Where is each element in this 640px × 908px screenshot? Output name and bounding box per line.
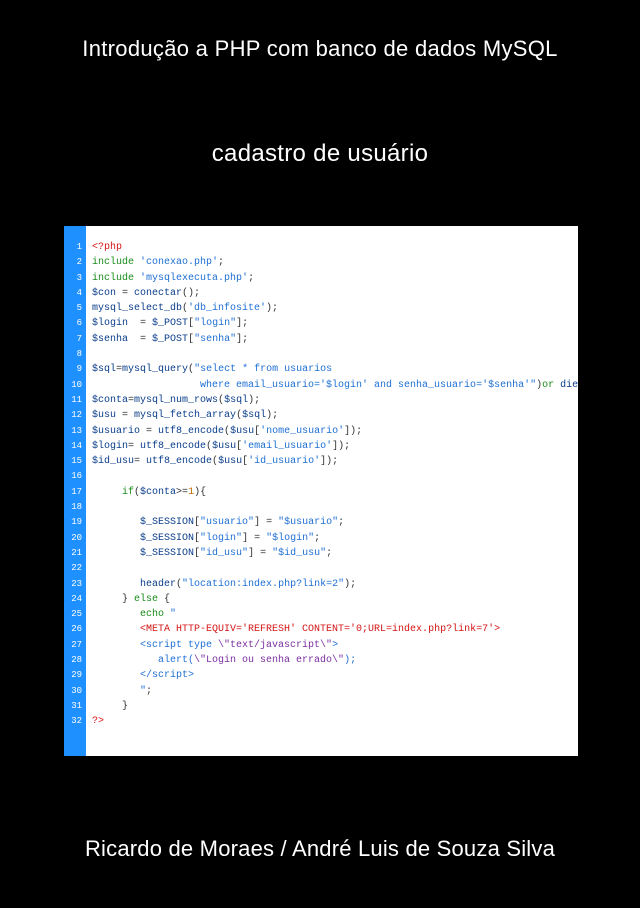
code-line bbox=[92, 500, 578, 515]
line-number: 27 bbox=[64, 638, 82, 653]
code-line bbox=[92, 347, 578, 362]
code-line: $id_usu= utf8_encode($usu['id_usuario'])… bbox=[92, 454, 578, 469]
code-line: $_SESSION["id_usu"] = "$id_usu"; bbox=[92, 546, 578, 561]
code-line: <META HTTP-EQUIV='REFRESH' CONTENT='0;UR… bbox=[92, 622, 578, 637]
code-line: echo " bbox=[92, 607, 578, 622]
line-number: 24 bbox=[64, 592, 82, 607]
code-line: <?php bbox=[92, 240, 578, 255]
code-line: <script type \"text/javascript\"> bbox=[92, 638, 578, 653]
line-number: 15 bbox=[64, 454, 82, 469]
line-number: 17 bbox=[64, 485, 82, 500]
page-title: Introdução a PHP com banco de dados MySQ… bbox=[0, 36, 640, 62]
line-number: 1 bbox=[64, 240, 82, 255]
code-line bbox=[92, 561, 578, 576]
line-number: 29 bbox=[64, 668, 82, 683]
code-line: } else { bbox=[92, 592, 578, 607]
code-content: <?phpinclude 'conexao.php';include 'mysq… bbox=[86, 226, 578, 756]
line-number: 5 bbox=[64, 301, 82, 316]
line-number: 7 bbox=[64, 332, 82, 347]
code-line: $sql=mysql_query("select * from usuarios bbox=[92, 362, 578, 377]
code-line: $_SESSION["usuario"] = "$usuario"; bbox=[92, 515, 578, 530]
line-number: 30 bbox=[64, 684, 82, 699]
line-number: 21 bbox=[64, 546, 82, 561]
line-number: 6 bbox=[64, 316, 82, 331]
code-line: </script> bbox=[92, 668, 578, 683]
code-line: mysql_select_db('db_infosite'); bbox=[92, 301, 578, 316]
code-line: $usuario = utf8_encode($usu['nome_usuari… bbox=[92, 424, 578, 439]
code-line: $usu = mysql_fetch_array($sql); bbox=[92, 408, 578, 423]
line-number: 2 bbox=[64, 255, 82, 270]
line-number: 11 bbox=[64, 393, 82, 408]
code-line: include 'conexao.php'; bbox=[92, 255, 578, 270]
line-number: 22 bbox=[64, 561, 82, 576]
code-editor: 1234567891011121314151617181920212223242… bbox=[64, 226, 578, 756]
line-number: 16 bbox=[64, 469, 82, 484]
line-number: 25 bbox=[64, 607, 82, 622]
code-line: include 'mysqlexecuta.php'; bbox=[92, 271, 578, 286]
line-number: 28 bbox=[64, 653, 82, 668]
code-line: $_SESSION["login"] = "$login"; bbox=[92, 531, 578, 546]
code-line: if($conta>=1){ bbox=[92, 485, 578, 500]
line-number: 20 bbox=[64, 531, 82, 546]
line-number: 9 bbox=[64, 362, 82, 377]
line-number: 19 bbox=[64, 515, 82, 530]
line-number: 31 bbox=[64, 699, 82, 714]
code-line: $login= utf8_encode($usu['email_usuario'… bbox=[92, 439, 578, 454]
code-line bbox=[92, 469, 578, 484]
line-number: 10 bbox=[64, 378, 82, 393]
code-line: where email_usuario='$login' and senha_u… bbox=[92, 378, 578, 393]
code-line: ?> bbox=[92, 714, 578, 729]
line-number: 14 bbox=[64, 439, 82, 454]
code-line: header("location:index.php?link=2"); bbox=[92, 577, 578, 592]
line-number: 8 bbox=[64, 347, 82, 362]
code-line: $senha = $_POST["senha"]; bbox=[92, 332, 578, 347]
line-number: 18 bbox=[64, 500, 82, 515]
line-number: 12 bbox=[64, 408, 82, 423]
line-number: 26 bbox=[64, 622, 82, 637]
code-line: } bbox=[92, 699, 578, 714]
line-number-gutter: 1234567891011121314151617181920212223242… bbox=[64, 226, 86, 756]
code-line: alert(\"Login ou senha errado\"); bbox=[92, 653, 578, 668]
line-number: 3 bbox=[64, 271, 82, 286]
line-number: 4 bbox=[64, 286, 82, 301]
line-number: 23 bbox=[64, 577, 82, 592]
line-number: 13 bbox=[64, 424, 82, 439]
page-subtitle: cadastro de usuário bbox=[0, 140, 640, 168]
code-line: "; bbox=[92, 684, 578, 699]
line-number: 32 bbox=[64, 714, 82, 729]
code-line: $login = $_POST["login"]; bbox=[92, 316, 578, 331]
code-line: $con = conectar(); bbox=[92, 286, 578, 301]
authors-line: Ricardo de Moraes / André Luis de Souza … bbox=[0, 836, 640, 862]
code-line: $conta=mysql_num_rows($sql); bbox=[92, 393, 578, 408]
